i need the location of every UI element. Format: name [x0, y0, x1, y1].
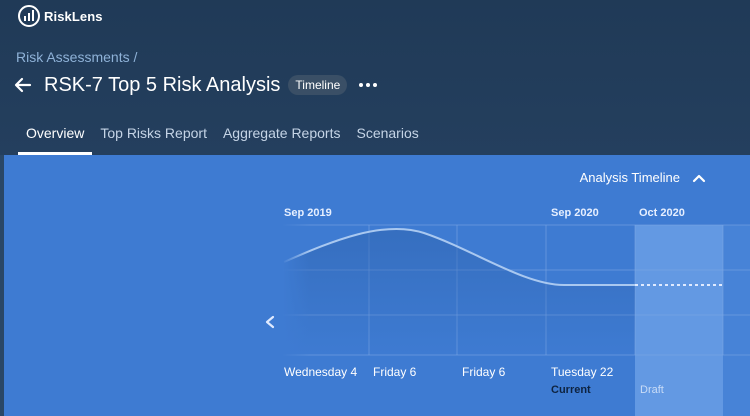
- day-label-tuesday-22[interactable]: Tuesday 22: [551, 365, 613, 379]
- bar-chart-circle-icon: [18, 5, 40, 27]
- page-title: RSK-7 Top 5 Risk Analysis: [44, 73, 281, 96]
- risklens-logo[interactable]: RiskLens: [18, 5, 103, 27]
- arrow-left-icon[interactable]: [14, 76, 32, 94]
- day-label-wednesday-4[interactable]: Wednesday 4: [284, 365, 357, 379]
- draft-marker: Draft: [640, 384, 664, 396]
- chevron-up-icon[interactable]: [692, 173, 706, 183]
- current-marker: Current: [551, 384, 591, 396]
- day-label-friday-6-a[interactable]: Friday 6: [373, 365, 416, 379]
- month-label-sep-2020: Sep 2020: [551, 207, 599, 219]
- more-horizontal-icon[interactable]: [359, 83, 378, 87]
- app-name: RiskLens: [44, 8, 103, 24]
- tab-overview[interactable]: Overview: [18, 125, 93, 155]
- month-label-oct-2020: Oct 2020: [639, 207, 685, 219]
- tab-scenarios[interactable]: Scenarios: [348, 125, 426, 155]
- month-label-sep-2019: Sep 2019: [284, 207, 332, 219]
- tab-top-risks-report[interactable]: Top Risks Report: [92, 125, 215, 155]
- breadcrumb[interactable]: Risk Assessments /: [16, 49, 137, 65]
- title-row: RSK-7 Top 5 Risk Analysis Timeline: [14, 72, 378, 98]
- timeline-title: Analysis Timeline: [579, 170, 680, 185]
- analysis-timeline-panel: Analysis Timeline Sep 2019 Sep 2020 Oct …: [4, 155, 750, 416]
- day-label-friday-6-b[interactable]: Friday 6: [462, 365, 505, 379]
- status-badge: Timeline: [288, 75, 348, 95]
- app-header: RiskLens Risk Assessments / RSK-7 Top 5 …: [0, 0, 750, 155]
- tab-aggregate-reports[interactable]: Aggregate Reports: [215, 125, 349, 155]
- tab-bar: Overview Top Risks Report Aggregate Repo…: [18, 125, 427, 155]
- timeline-header[interactable]: Analysis Timeline: [580, 170, 706, 185]
- chevron-left-icon[interactable]: [264, 315, 276, 329]
